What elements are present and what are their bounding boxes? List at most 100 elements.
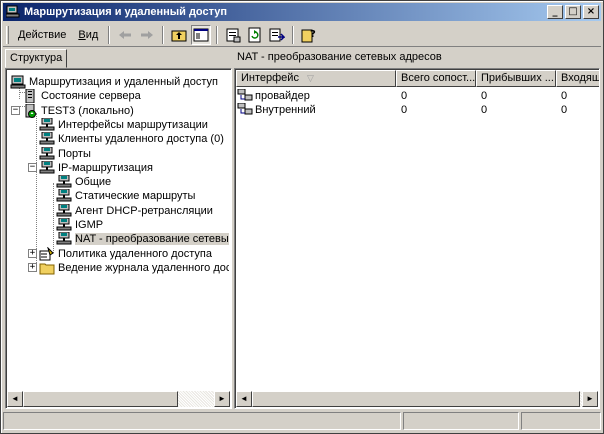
forward-arrow-icon — [141, 30, 154, 39]
tab-structure[interactable]: Структура — [5, 49, 68, 68]
tree-node-label: Политика удаленного доступа — [58, 247, 212, 260]
tree-node[interactable]: Общие — [56, 174, 112, 189]
tree-node[interactable]: Интерфейсы маршрутизации — [39, 117, 208, 132]
scroll-track[interactable] — [23, 391, 214, 407]
tree-node-label: IP-маршрутизация — [58, 161, 153, 174]
window-title: Маршрутизация и удаленный доступ — [24, 6, 228, 18]
column-header-incoming[interactable]: Входящ — [556, 70, 599, 87]
result-pane-title: NAT - преобразование сетевых адресов — [237, 51, 442, 63]
menu-view[interactable]: Вид — [72, 27, 104, 43]
tree-node-label: Маршрутизация и удаленный доступ — [29, 76, 218, 88]
details-list[interactable]: Интерфейс ▽ Всего сопост... Прибывших ...… — [234, 68, 600, 409]
title-bar[interactable]: Маршрутизация и удаленный доступ _ □ × — [3, 3, 601, 21]
toolbar: Действие Вид ? — [3, 23, 601, 47]
tree-node[interactable]: Статические маршруты — [56, 188, 196, 203]
tree-node-label: Состояние сервера — [41, 90, 141, 103]
collapse-icon[interactable]: − — [11, 105, 20, 115]
tree-connector — [36, 113, 37, 267]
tree-horizontal-scrollbar[interactable]: ◄ ► — [7, 391, 230, 407]
close-button[interactable]: × — [583, 5, 599, 19]
scroll-left-button[interactable]: ◄ — [236, 391, 252, 407]
network-interface-icon — [39, 117, 55, 132]
tree-node[interactable]: Порты — [39, 146, 91, 161]
interface-name: Внутренний — [255, 104, 316, 116]
properties-button[interactable] — [223, 25, 243, 45]
tree-node[interactable]: NAT - преобразование сетевых а — [56, 231, 229, 246]
list-item[interactable]: Внутренний 0 0 0 — [237, 103, 599, 117]
status-panel-grip — [521, 412, 601, 430]
menu-view-mnemonic: В — [78, 28, 86, 41]
up-folder-icon — [171, 30, 187, 41]
export-list-icon — [269, 28, 286, 41]
back-button[interactable] — [115, 25, 135, 45]
tree-node-label: Общие — [75, 176, 112, 189]
tree-node-label: TEST3 (локально) — [41, 104, 134, 117]
column-header-total[interactable]: Всего сопост... — [396, 70, 476, 87]
tree-node-label: Агент DHCP-ретрансляции — [75, 204, 213, 217]
interface-name-cell: провайдер — [237, 89, 397, 103]
tree-node[interactable]: Состояние сервера — [22, 88, 141, 104]
collapse-icon[interactable]: − — [28, 162, 37, 172]
help-icon: ? — [301, 29, 316, 42]
help-button[interactable]: ? — [299, 25, 319, 45]
menu-view-label: ид — [85, 28, 99, 41]
refresh-icon — [248, 27, 261, 42]
tree-node[interactable]: IP-маршрутизация — [39, 160, 153, 175]
scroll-track[interactable] — [252, 391, 582, 407]
tree-node[interactable]: IGMP — [56, 217, 104, 232]
scroll-left-button[interactable]: ◄ — [7, 391, 23, 407]
value-cell: 0 — [481, 90, 488, 102]
menu-action-label: ействие — [25, 28, 67, 41]
toolbar-separator — [216, 25, 219, 44]
toolbar-separator — [162, 25, 165, 44]
expand-icon[interactable]: + — [28, 262, 37, 272]
tree-node[interactable]: TEST3 (локально) — [22, 103, 134, 118]
forward-button[interactable] — [137, 25, 157, 45]
toolbar-grip[interactable] — [6, 25, 9, 44]
network-interface-icon — [56, 203, 72, 218]
nat-interface-icon — [237, 89, 253, 103]
column-headers: Интерфейс ▽ Всего сопост... Прибывших ...… — [236, 70, 599, 87]
network-interface-icon — [56, 217, 72, 232]
tree-node-label: Статические маршруты — [75, 190, 196, 203]
list-item[interactable]: провайдер 0 0 0 — [237, 89, 599, 103]
folder-icon — [39, 261, 55, 275]
list-horizontal-scrollbar[interactable]: ◄ ► — [236, 391, 598, 407]
result-pane: NAT - преобразование сетевых адресов Инт… — [234, 49, 600, 409]
network-interface-icon — [39, 131, 55, 146]
tree-node-label: IGMP — [75, 219, 104, 231]
column-header-inbound[interactable]: Прибывших ... — [476, 70, 556, 87]
policy-icon — [39, 245, 55, 261]
minimize-button[interactable]: _ — [547, 5, 563, 19]
tree-node[interactable]: Ведение журнала удаленного достуг — [39, 261, 229, 275]
nat-interface-icon — [237, 103, 253, 117]
properties-icon — [226, 28, 241, 42]
scroll-thumb[interactable] — [23, 391, 178, 407]
tree-node[interactable]: Политика удаленного доступа — [39, 245, 212, 261]
value-cell: 0 — [401, 104, 408, 116]
scroll-right-button[interactable]: ► — [214, 391, 230, 407]
column-header-interface[interactable]: Интерфейс ▽ — [236, 70, 396, 87]
scroll-thumb[interactable] — [252, 391, 580, 407]
tree-node[interactable]: Клиенты удаленного доступа (0) — [39, 131, 224, 146]
up-one-level-button[interactable] — [169, 25, 189, 45]
maximize-button[interactable]: □ — [565, 5, 581, 19]
menu-action[interactable]: Действие — [12, 27, 72, 43]
expand-icon[interactable]: + — [28, 248, 37, 258]
show-hide-tree-button[interactable] — [191, 24, 212, 45]
export-list-button[interactable] — [267, 25, 287, 45]
tree-view[interactable]: Маршрутизация и удаленный доступ Состояни… — [8, 71, 229, 390]
tree-connector — [53, 183, 54, 253]
scroll-right-button[interactable]: ► — [582, 391, 598, 407]
refresh-button[interactable] — [245, 25, 265, 45]
caption-buttons: _ □ × — [545, 5, 599, 19]
tree-node-label: Порты — [58, 147, 91, 160]
console-tree[interactable]: Маршрутизация и удаленный доступ Состояни… — [5, 68, 232, 409]
tree-node[interactable]: Агент DHCP-ретрансляции — [56, 203, 213, 218]
value-cell: 0 — [561, 104, 568, 116]
tree-node[interactable]: Маршрутизация и удаленный доступ — [10, 75, 218, 89]
network-interface-icon — [56, 174, 72, 189]
rras-app-icon[interactable] — [5, 5, 20, 19]
server-icon — [22, 103, 38, 118]
scope-pane: Структура Маршрутизация и удаленный дост… — [5, 49, 232, 409]
